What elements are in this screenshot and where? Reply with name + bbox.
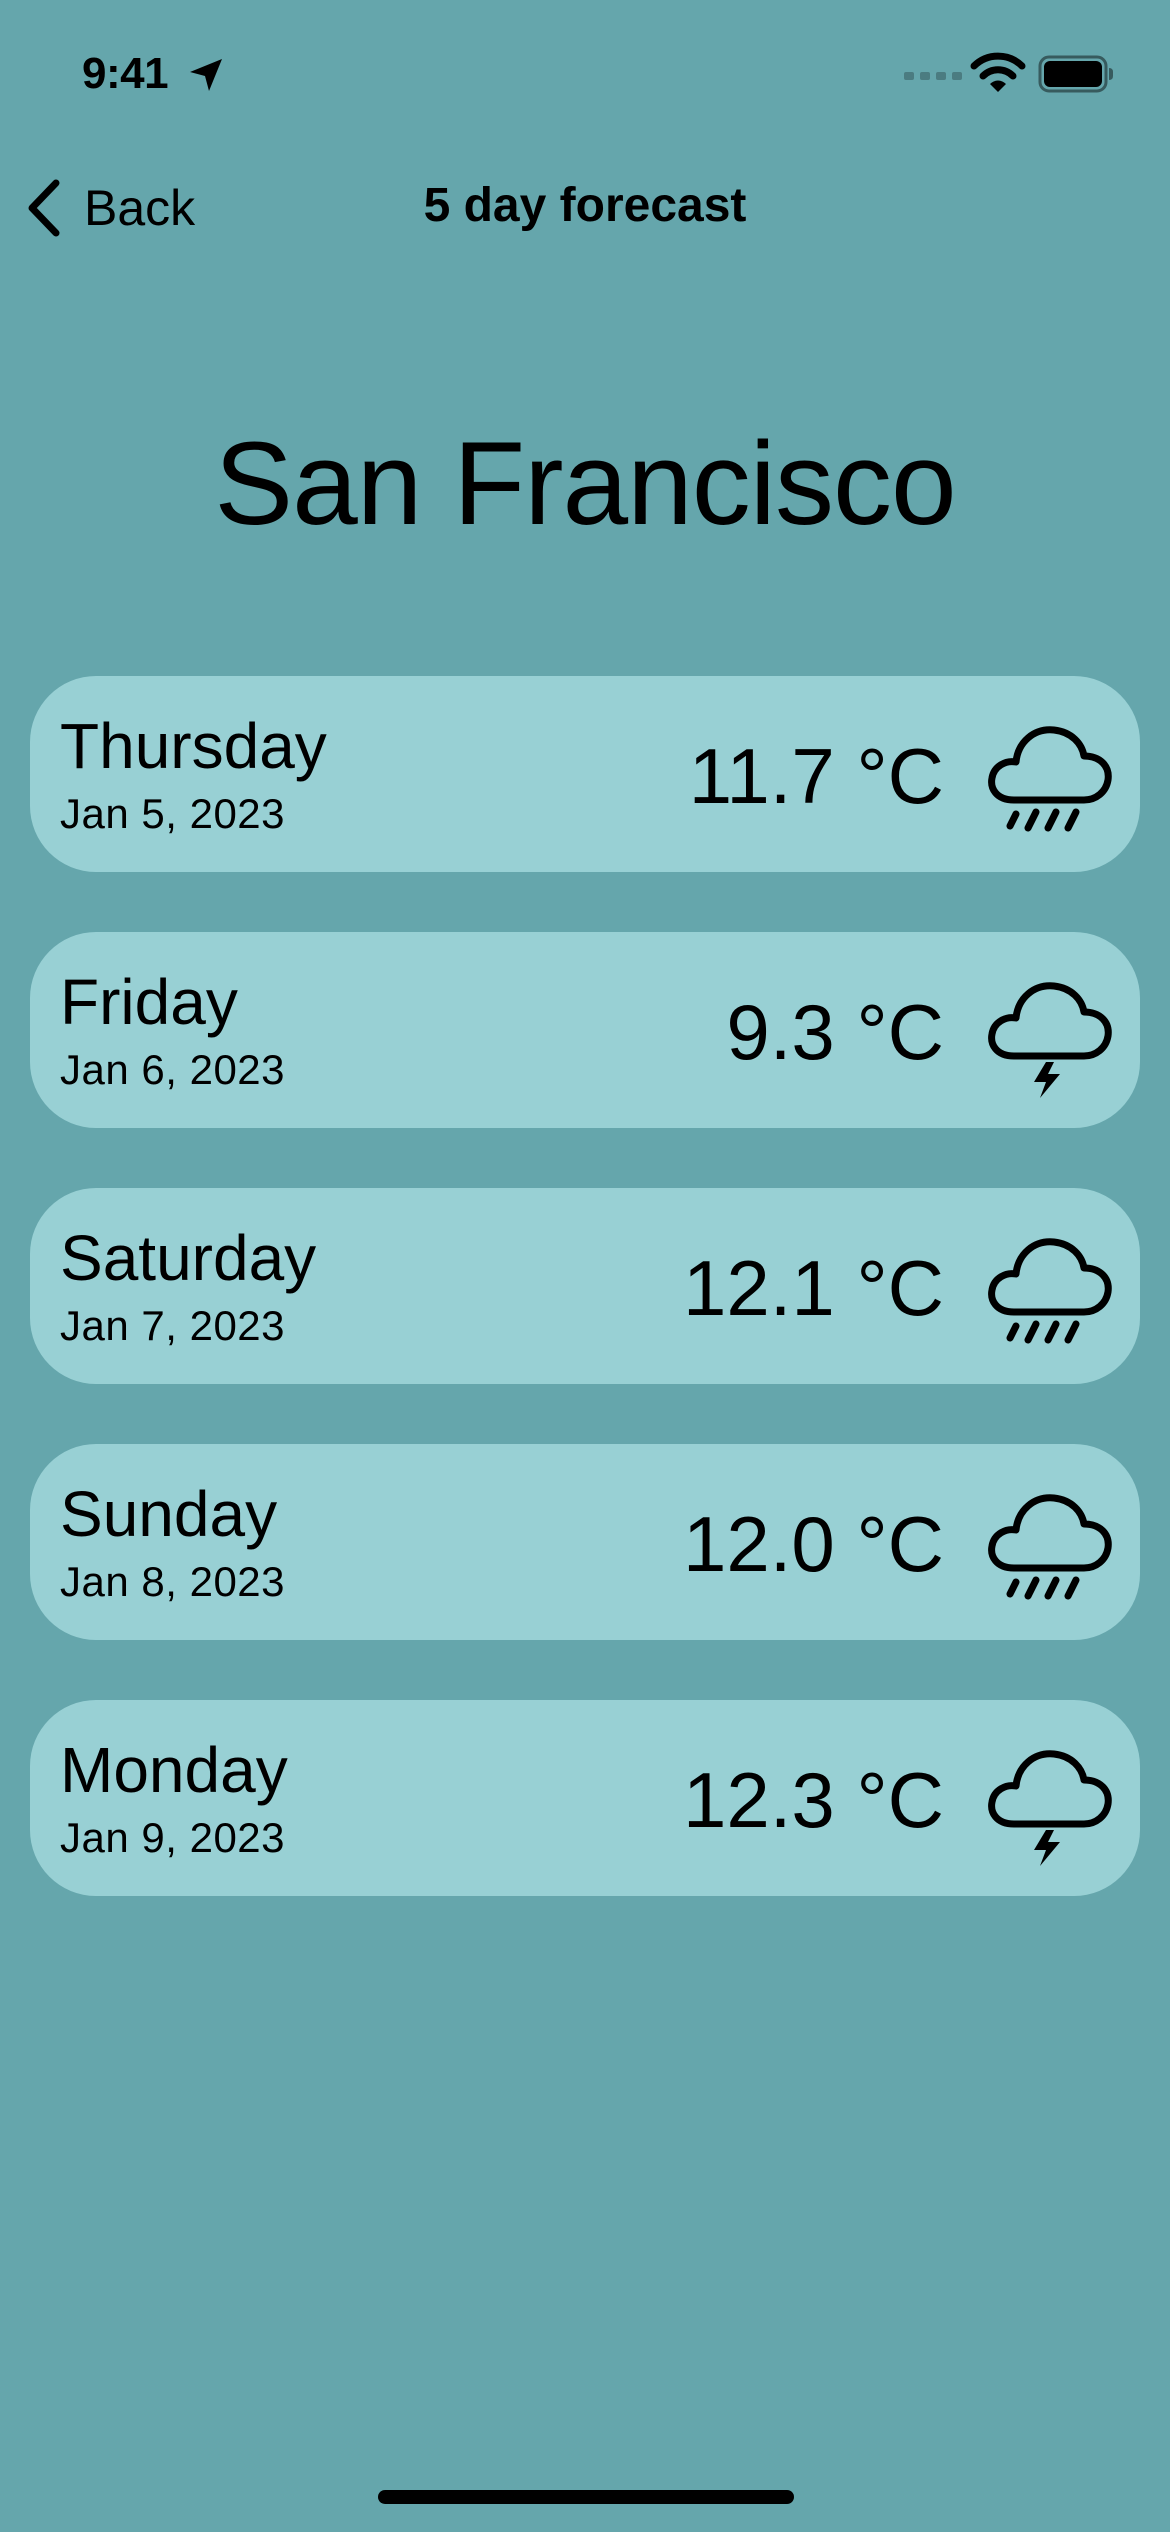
rain-cloud-icon — [988, 726, 1112, 832]
battery-icon — [1038, 55, 1113, 93]
home-indicator[interactable] — [378, 2490, 794, 2504]
rain-cloud-icon — [988, 1494, 1112, 1600]
day-name: Monday — [60, 1734, 288, 1806]
day-name: Sunday — [60, 1478, 278, 1550]
rain-cloud-icon — [988, 1238, 1112, 1344]
day-name: Friday — [60, 966, 238, 1038]
day-name: Saturday — [60, 1222, 317, 1294]
forecast-list: Thursday Jan 5, 2023 11.7 °C Friday Jan … — [30, 676, 1140, 1956]
temperature: 12.0 °C — [682, 1500, 944, 1588]
thunderstorm-cloud-icon — [988, 1750, 1112, 1866]
temperature: 11.7 °C — [688, 732, 944, 820]
location-arrow-icon — [190, 59, 222, 91]
day-date: Jan 6, 2023 — [60, 1046, 286, 1093]
city-title: San Francisco — [214, 418, 956, 550]
day-date: Jan 8, 2023 — [60, 1558, 286, 1605]
temperature: 9.3 °C — [726, 988, 944, 1076]
wifi-icon — [970, 52, 1026, 92]
nav-title: 5 day forecast — [423, 179, 747, 232]
day-date: Jan 9, 2023 — [60, 1814, 286, 1861]
thunderstorm-cloud-icon — [988, 982, 1112, 1098]
day-date: Jan 5, 2023 — [60, 790, 286, 837]
forecast-row: Monday Jan 9, 2023 12.3 °C — [30, 1700, 1140, 1896]
forecast-row: Friday Jan 6, 2023 9.3 °C — [30, 932, 1140, 1128]
forecast-row: Saturday Jan 7, 2023 12.1 °C — [30, 1188, 1140, 1384]
day-date: Jan 7, 2023 — [60, 1302, 286, 1349]
forecast-row: Thursday Jan 5, 2023 11.7 °C — [30, 676, 1140, 872]
cellular-signal-icon — [904, 72, 962, 80]
temperature: 12.1 °C — [682, 1244, 944, 1332]
day-name: Thursday — [60, 710, 327, 782]
status-time: 9:41 — [82, 49, 169, 98]
status-bar: 9:41 — [0, 0, 1170, 150]
forecast-row: Sunday Jan 8, 2023 12.0 °C — [30, 1444, 1140, 1640]
temperature: 12.3 °C — [682, 1756, 944, 1844]
